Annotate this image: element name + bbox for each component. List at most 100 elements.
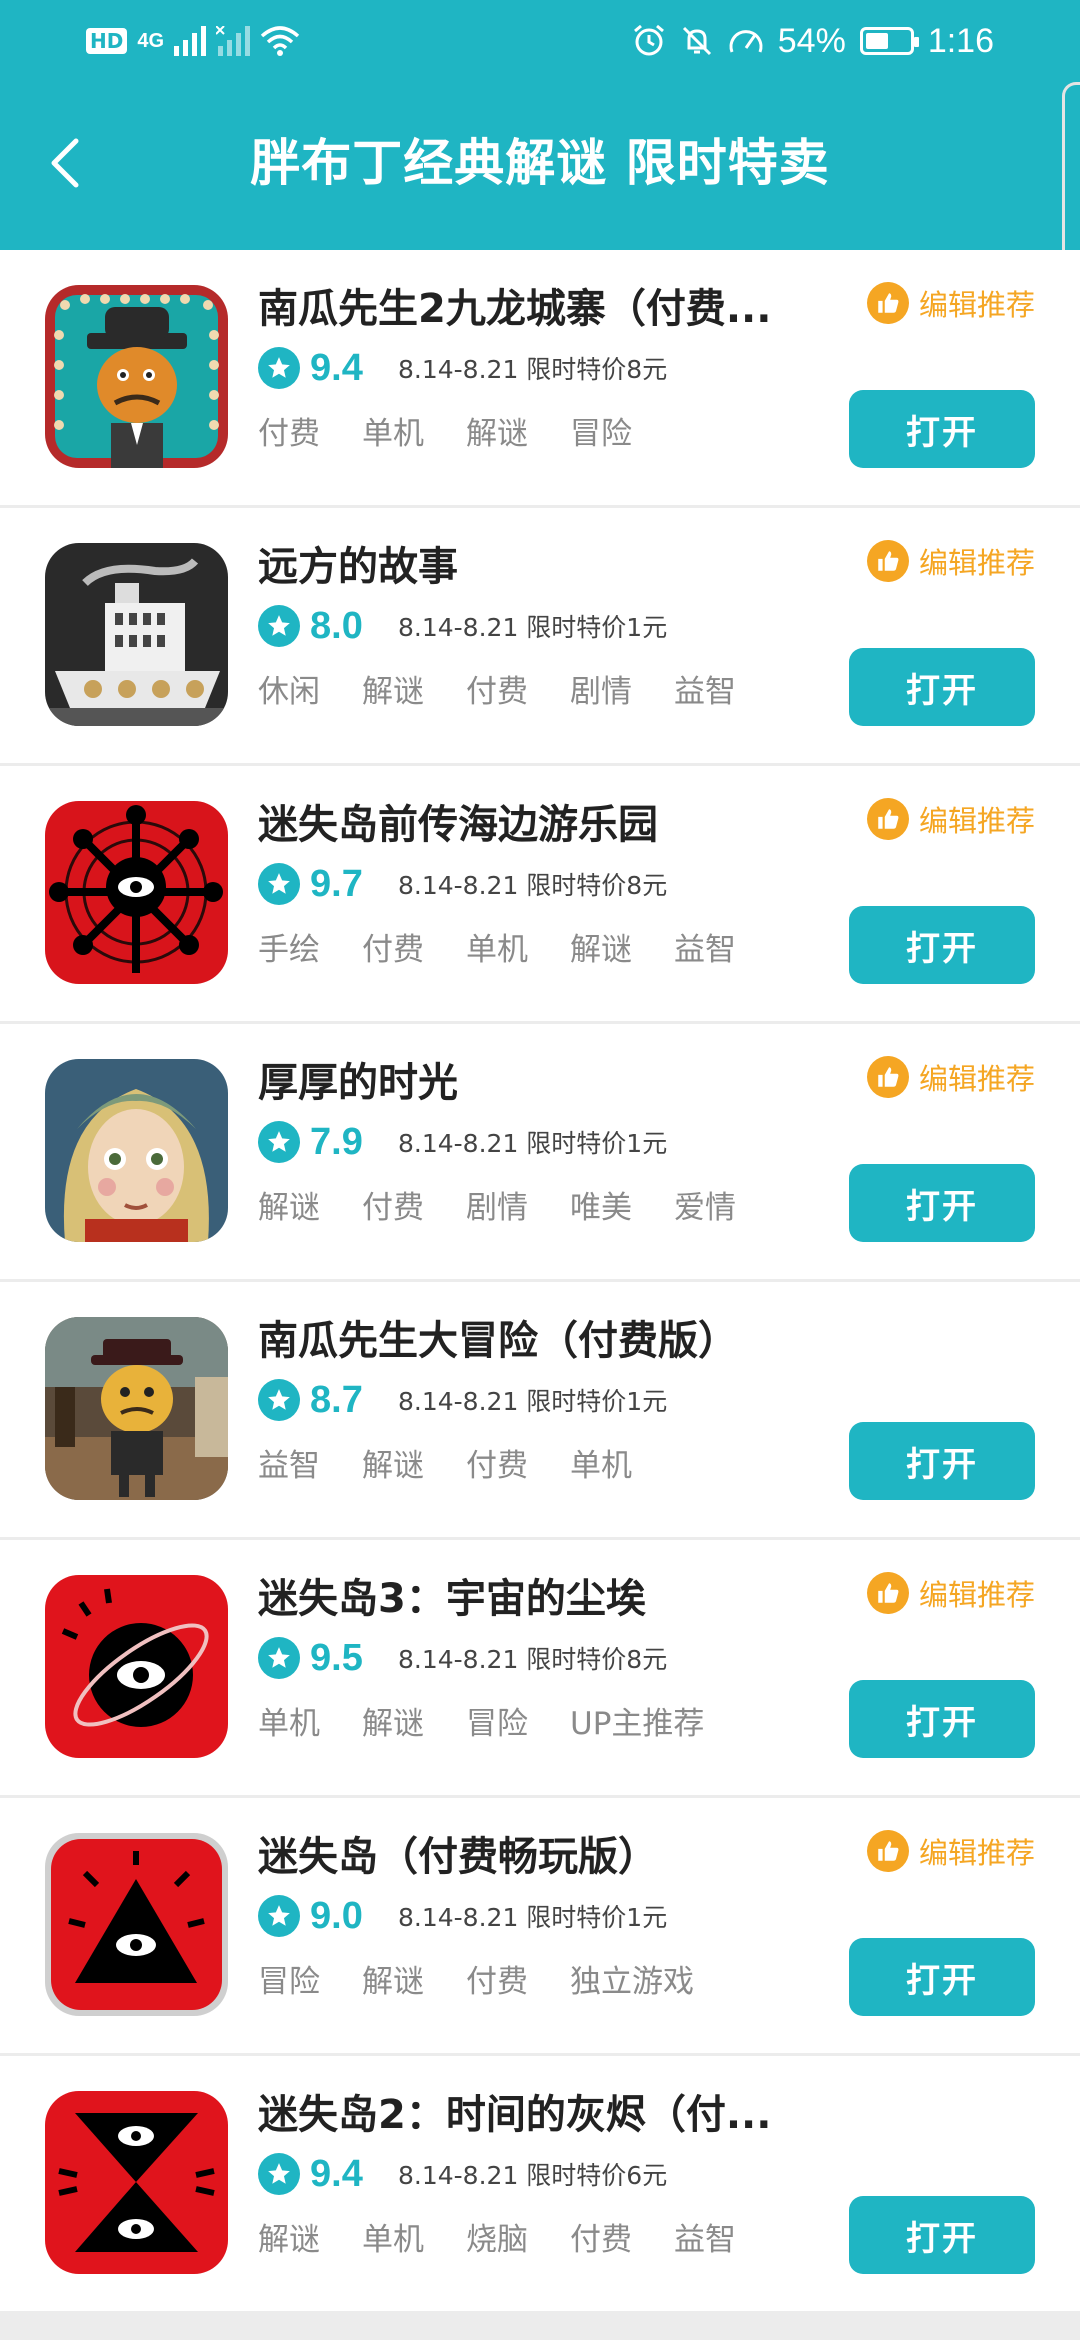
battery-icon xyxy=(859,27,919,55)
tag[interactable]: 独立游戏 xyxy=(570,1960,694,2004)
mute-icon xyxy=(682,26,711,56)
list-item[interactable]: 迷失岛（付费畅玩版） 9.0 8.14-8.21 限时特价1元 冒险 解谜 付费… xyxy=(0,1798,1080,2056)
app-name[interactable]: 远方的故事 xyxy=(258,538,798,596)
tag-list: 解谜 单机 烧脑 付费 益智 xyxy=(258,2218,778,2262)
thumbs-up-icon xyxy=(866,1572,909,1614)
tag[interactable]: 单机 xyxy=(258,1702,320,1746)
pumpkin-adventure-icon[interactable] xyxy=(45,1317,228,1500)
rating-line: 9.4 8.14-8.21 限时特价8元 xyxy=(258,342,667,394)
tag-list: 单机 解谜 冒险 UP主推荐 xyxy=(258,1702,746,1746)
girl-portrait-icon[interactable] xyxy=(45,1059,228,1242)
promo-text: 8.14-8.21 限时特价8元 xyxy=(398,871,668,900)
star-icon xyxy=(258,1379,300,1421)
tag[interactable]: 剧情 xyxy=(466,1186,528,1230)
tag[interactable]: 单机 xyxy=(362,2218,424,2262)
tag[interactable]: 单机 xyxy=(466,928,528,972)
list-item[interactable]: 南瓜先生2九龙城寨（付费... 9.4 8.14-8.21 限时特价8元 付费 … xyxy=(0,250,1080,508)
open-button[interactable]: 打开 xyxy=(849,2196,1035,2274)
eye-wheel-icon[interactable] xyxy=(45,801,228,984)
tag[interactable]: 解谜 xyxy=(258,2218,320,2262)
eye-hourglass-icon[interactable] xyxy=(45,2091,228,2274)
app-name[interactable]: 迷失岛前传海边游乐园 xyxy=(258,796,798,854)
tag[interactable]: 解谜 xyxy=(362,1444,424,1488)
tag[interactable]: 付费 xyxy=(570,2218,632,2262)
list-item[interactable]: 迷失岛2：时间的灰烬（付... 9.4 8.14-8.21 限时特价6元 解谜 … xyxy=(0,2056,1080,2314)
wifi-icon xyxy=(260,26,300,56)
tag-list: 冒险 解谜 付费 独立游戏 xyxy=(258,1960,736,2004)
thumbs-up-icon xyxy=(866,540,909,582)
tag[interactable]: 冒险 xyxy=(258,1960,320,2004)
tag[interactable]: 解谜 xyxy=(570,928,632,972)
thumbs-up-icon xyxy=(866,1056,909,1098)
rating-line: 8.7 8.14-8.21 限时特价1元 xyxy=(258,1374,667,1426)
pumpkin-man-icon[interactable] xyxy=(45,285,228,468)
steamship-icon[interactable] xyxy=(45,543,228,726)
open-button[interactable]: 打开 xyxy=(849,1938,1035,2016)
tag[interactable]: 益智 xyxy=(674,928,736,972)
list-item[interactable]: 厚厚的时光 7.9 8.14-8.21 限时特价1元 解谜 付费 剧情 唯美 爱… xyxy=(0,1024,1080,1282)
app-name[interactable]: 迷失岛2：时间的灰烬（付... xyxy=(258,2086,798,2144)
status-bar: HD 4G 54% 1:16 xyxy=(0,0,1080,82)
tag[interactable]: 单机 xyxy=(362,412,424,456)
hd-badge: HD xyxy=(86,28,128,54)
tag[interactable]: UP主推荐 xyxy=(570,1702,704,1746)
tag[interactable]: 休闲 xyxy=(258,670,320,714)
tag[interactable]: 付费 xyxy=(466,1444,528,1488)
tag[interactable]: 益智 xyxy=(674,2218,736,2262)
tag[interactable]: 手绘 xyxy=(258,928,320,972)
tag[interactable]: 解谜 xyxy=(258,1186,320,1230)
list-item[interactable]: 南瓜先生大冒险（付费版） 8.7 8.14-8.21 限时特价1元 益智 解谜 … xyxy=(0,1282,1080,1540)
editor-pick-badge: 编辑推荐 xyxy=(866,1572,1035,1614)
tag[interactable]: 解谜 xyxy=(362,1960,424,2004)
star-icon xyxy=(258,1895,300,1937)
app-name[interactable]: 南瓜先生2九龙城寨（付费... xyxy=(258,280,798,338)
tag[interactable]: 付费 xyxy=(466,1960,528,2004)
app-name[interactable]: 迷失岛3：宇宙的尘埃 xyxy=(258,1570,798,1628)
tag[interactable]: 冒险 xyxy=(466,1702,528,1746)
open-button[interactable]: 打开 xyxy=(849,906,1035,984)
editor-pick-badge: 编辑推荐 xyxy=(866,1830,1035,1872)
app-name[interactable]: 厚厚的时光 xyxy=(258,1054,798,1112)
app-name[interactable]: 南瓜先生大冒险（付费版） xyxy=(258,1312,798,1370)
thumbs-up-icon xyxy=(866,282,909,324)
tag[interactable]: 唯美 xyxy=(570,1186,632,1230)
app-score: 8.0 xyxy=(310,604,363,647)
tag[interactable]: 付费 xyxy=(258,412,320,456)
open-button[interactable]: 打开 xyxy=(849,390,1035,468)
tag[interactable]: 益智 xyxy=(674,670,736,714)
eye-pyramid-icon[interactable] xyxy=(45,1833,228,2016)
star-icon xyxy=(258,863,300,905)
tag[interactable]: 剧情 xyxy=(570,670,632,714)
tag[interactable]: 爱情 xyxy=(674,1186,736,1230)
battery-percent: 54% xyxy=(777,21,846,60)
eye-planet-icon[interactable] xyxy=(45,1575,228,1758)
app-score: 9.5 xyxy=(310,1636,363,1679)
editor-pick-badge: 编辑推荐 xyxy=(866,798,1035,840)
open-button[interactable]: 打开 xyxy=(849,1164,1035,1242)
list-item[interactable]: 迷失岛3：宇宙的尘埃 9.5 8.14-8.21 限时特价8元 单机 解谜 冒险… xyxy=(0,1540,1080,1798)
app-score: 9.7 xyxy=(310,862,363,905)
tag[interactable]: 冒险 xyxy=(570,412,632,456)
tag[interactable]: 解谜 xyxy=(362,670,424,714)
open-button[interactable]: 打开 xyxy=(849,1422,1035,1500)
open-button[interactable]: 打开 xyxy=(849,1680,1035,1758)
tag[interactable]: 益智 xyxy=(258,1444,320,1488)
rating-line: 7.9 8.14-8.21 限时特价1元 xyxy=(258,1116,667,1168)
app-name[interactable]: 迷失岛（付费畅玩版） xyxy=(258,1828,798,1886)
thumbs-up-icon xyxy=(866,1830,909,1872)
tag[interactable]: 解谜 xyxy=(466,412,528,456)
rating-line: 8.0 8.14-8.21 限时特价1元 xyxy=(258,600,667,652)
list-item[interactable]: 远方的故事 8.0 8.14-8.21 限时特价1元 休闲 解谜 付费 剧情 益… xyxy=(0,508,1080,766)
editor-pick-badge: 编辑推荐 xyxy=(866,1056,1035,1098)
open-button[interactable]: 打开 xyxy=(849,648,1035,726)
clock: 1:16 xyxy=(927,21,994,60)
tag[interactable]: 付费 xyxy=(362,928,424,972)
tag[interactable]: 烧脑 xyxy=(466,2218,528,2262)
tag[interactable]: 付费 xyxy=(466,670,528,714)
list-item[interactable]: 迷失岛前传海边游乐园 9.7 8.14-8.21 限时特价8元 手绘 付费 单机… xyxy=(0,766,1080,1024)
tag[interactable]: 解谜 xyxy=(362,1702,424,1746)
tag[interactable]: 单机 xyxy=(570,1444,632,1488)
editor-pick-label: 编辑推荐 xyxy=(918,288,1035,322)
tag[interactable]: 付费 xyxy=(362,1186,424,1230)
editor-pick-label: 编辑推荐 xyxy=(918,546,1035,580)
